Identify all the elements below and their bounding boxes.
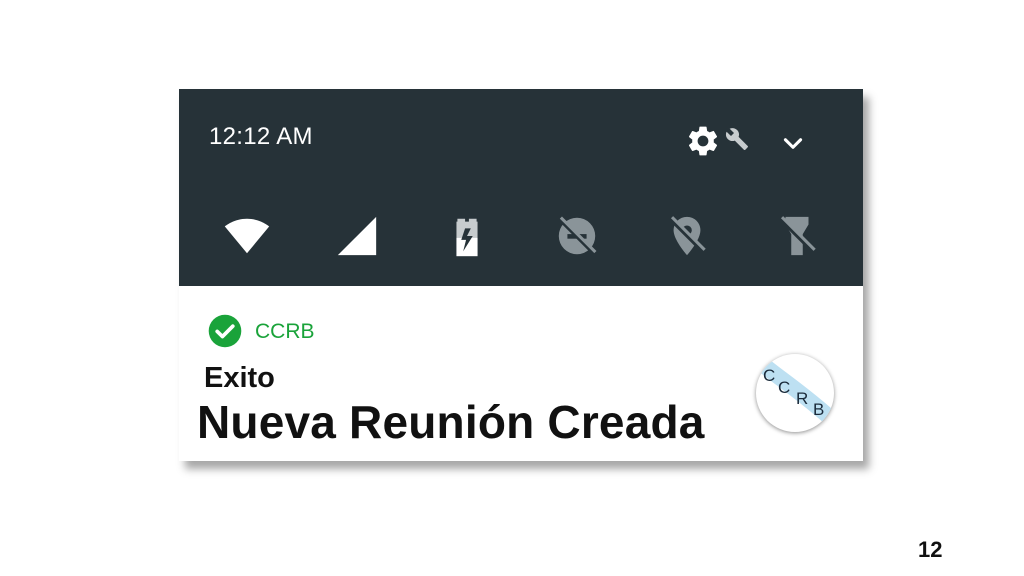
cellular-signal-icon[interactable] [334, 213, 380, 259]
logo-letter-b: B [813, 400, 824, 419]
logo-letter-c2: C [778, 378, 790, 397]
chevron-down-icon[interactable] [780, 130, 806, 156]
notification-shade: 12:12 AM CCRB Exito Nueva Reunión Creada… [179, 89, 863, 461]
check-circle-icon [208, 314, 242, 348]
ccrb-logo: C C R B [756, 354, 834, 432]
notification-title: Exito [204, 362, 275, 394]
quick-settings-header: 12:12 AM [179, 89, 863, 286]
logo-letter-r: R [796, 389, 808, 408]
do-not-disturb-icon[interactable] [554, 213, 600, 259]
notification-card[interactable]: CCRB Exito Nueva Reunión Creada C C R B [179, 286, 863, 461]
wrench-icon [725, 128, 748, 150]
logo-letter-c1: C [763, 366, 775, 385]
clock: 12:12 AM [209, 123, 313, 150]
settings-gear-icon[interactable] [685, 123, 721, 159]
location-off-icon[interactable] [664, 213, 710, 259]
slide-page-number: 12 [918, 537, 943, 562]
notification-app-name: CCRB [255, 320, 315, 343]
battery-charging-icon[interactable] [444, 213, 490, 259]
ccrb-logo-image: C C R B [756, 354, 834, 424]
wifi-icon[interactable] [224, 213, 270, 259]
flashlight-off-icon[interactable] [774, 213, 820, 259]
notification-text: Nueva Reunión Creada [197, 396, 705, 448]
